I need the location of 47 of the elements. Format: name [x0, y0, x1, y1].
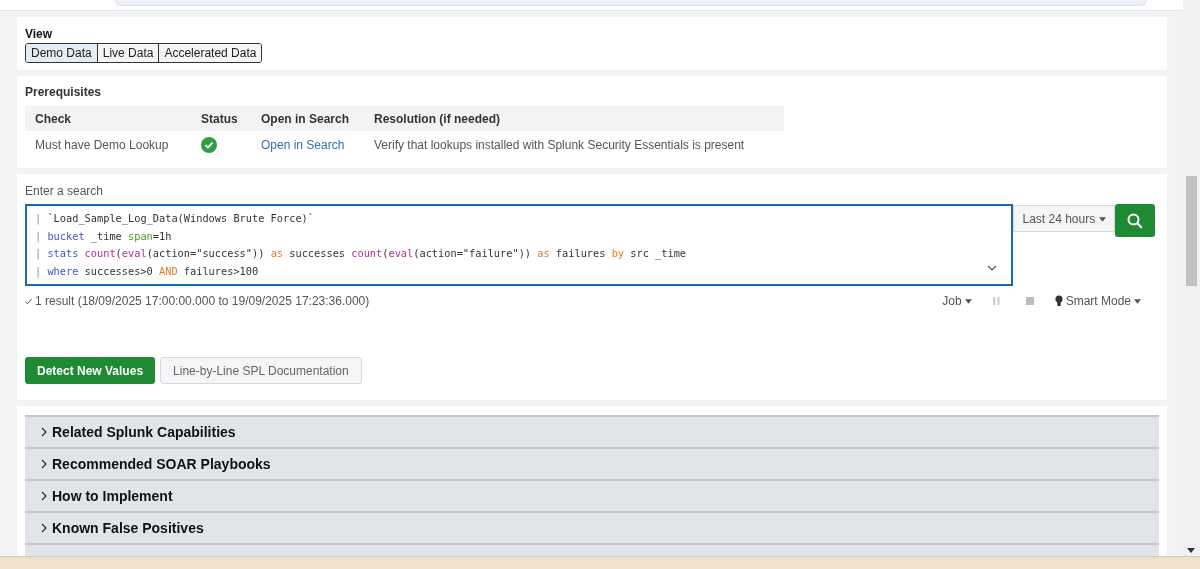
accordion-header[interactable]: Recommended SOAR Playbooks [25, 447, 1159, 479]
caret-icon [1134, 298, 1141, 304]
caret-icon [964, 298, 972, 304]
column-header: Open in Search [260, 111, 351, 126]
view-option[interactable]: Demo Data [26, 44, 98, 62]
table-cell-text: Verify that lookups installed with Splunk Security Essentials is present [373, 137, 746, 152]
chevron-icon [41, 427, 47, 437]
column-header: Status [200, 111, 239, 126]
search-button[interactable] [1115, 204, 1155, 237]
accordion-header[interactable] [25, 543, 1159, 556]
chevron-down-icon[interactable] [987, 265, 997, 271]
accordion-header[interactable]: How to Implement [25, 479, 1159, 511]
job-menu[interactable]: Job [942, 294, 972, 308]
chevron-icon [41, 491, 47, 501]
scroll-down-icon[interactable] [1187, 548, 1195, 553]
stop-icon[interactable] [1025, 297, 1034, 305]
checkmark-icon [25, 297, 32, 305]
search-icon [1127, 212, 1143, 229]
search-mode-menu[interactable]: Smart Mode [1054, 294, 1141, 308]
code-line: | `Load_Sample_Log_Data(Windows Brute Force)` [35, 211, 314, 227]
code-line: | bucket _time span=1h [35, 228, 172, 245]
time-range-dropdown[interactable]: Last 24 hours [1013, 205, 1115, 232]
result-summary: 1 result (18/09/2025 17:00:00.000 to 19/09/2025 17:23:36.000) [35, 294, 370, 308]
lightbulb-icon [1054, 295, 1063, 307]
field-label: Enter a search [25, 184, 105, 198]
column-header: Resolution (if needed) [373, 111, 501, 126]
caret-icon [1098, 216, 1106, 222]
scrollbar[interactable] [1183, 0, 1200, 556]
code-line: | stats count(eval(action="success")) as successes count(eval(action="failure")) as failures by src _time [35, 246, 687, 262]
pause-icon[interactable] [992, 297, 1000, 305]
search-bar[interactable] [115, 0, 1147, 6]
chevron-icon [41, 523, 47, 533]
section-title: View [25, 27, 54, 41]
accordion-header[interactable]: Known False Positives [25, 511, 1159, 543]
view-option[interactable]: Accelerated Data [159, 44, 262, 62]
scrollbar-thumb[interactable] [1186, 176, 1197, 286]
code-line: | where successes>0 AND failures>100 [35, 263, 259, 280]
table-cell-text: Must have Demo Lookup [34, 137, 170, 152]
section-title: Prerequisites [25, 85, 103, 99]
view-option[interactable]: Live Data [97, 44, 160, 62]
detect-button[interactable]: Detect New Values [25, 357, 156, 384]
search-editor[interactable] [25, 204, 1013, 286]
column-header: Check [34, 111, 73, 126]
open-in-search-link[interactable]: Open in Search [261, 137, 345, 152]
documentation-button[interactable]: Line-by-Line SPL Documentation [160, 357, 362, 384]
chevron-icon [41, 459, 47, 469]
accordion-header[interactable]: Related Splunk Capabilities [25, 415, 1159, 447]
